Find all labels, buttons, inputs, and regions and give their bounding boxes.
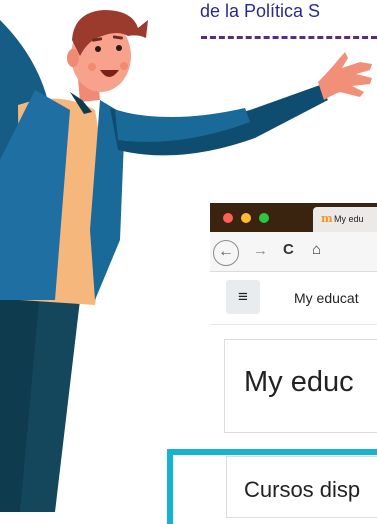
home-icon[interactable]: ⌂ <box>312 241 321 258</box>
available-courses-heading: Cursos disp <box>244 477 361 502</box>
maximize-window-icon[interactable] <box>259 213 269 223</box>
browser-titlebar: m My edu <box>210 203 377 232</box>
tab-title: My edu <box>334 214 364 224</box>
available-courses-card: Cursos disp <box>226 456 377 518</box>
moodle-icon: m <box>321 212 333 225</box>
page-header-card: My educ <box>224 339 377 433</box>
page-title: My educ <box>244 366 354 398</box>
browser-tab[interactable]: m My edu <box>313 207 377 232</box>
back-icon[interactable]: ← <box>213 240 239 266</box>
hamburger-menu-icon[interactable]: ≡ <box>226 280 260 314</box>
reload-icon[interactable]: C <box>283 241 294 258</box>
minimize-window-icon[interactable] <box>241 213 251 223</box>
close-window-icon[interactable] <box>223 213 233 223</box>
site-navbar: ≡ My educat <box>210 272 377 325</box>
site-title[interactable]: My educat <box>294 290 359 306</box>
forward-icon[interactable]: → <box>253 242 268 259</box>
browser-toolbar: ← → C ⌂ <box>210 232 377 272</box>
